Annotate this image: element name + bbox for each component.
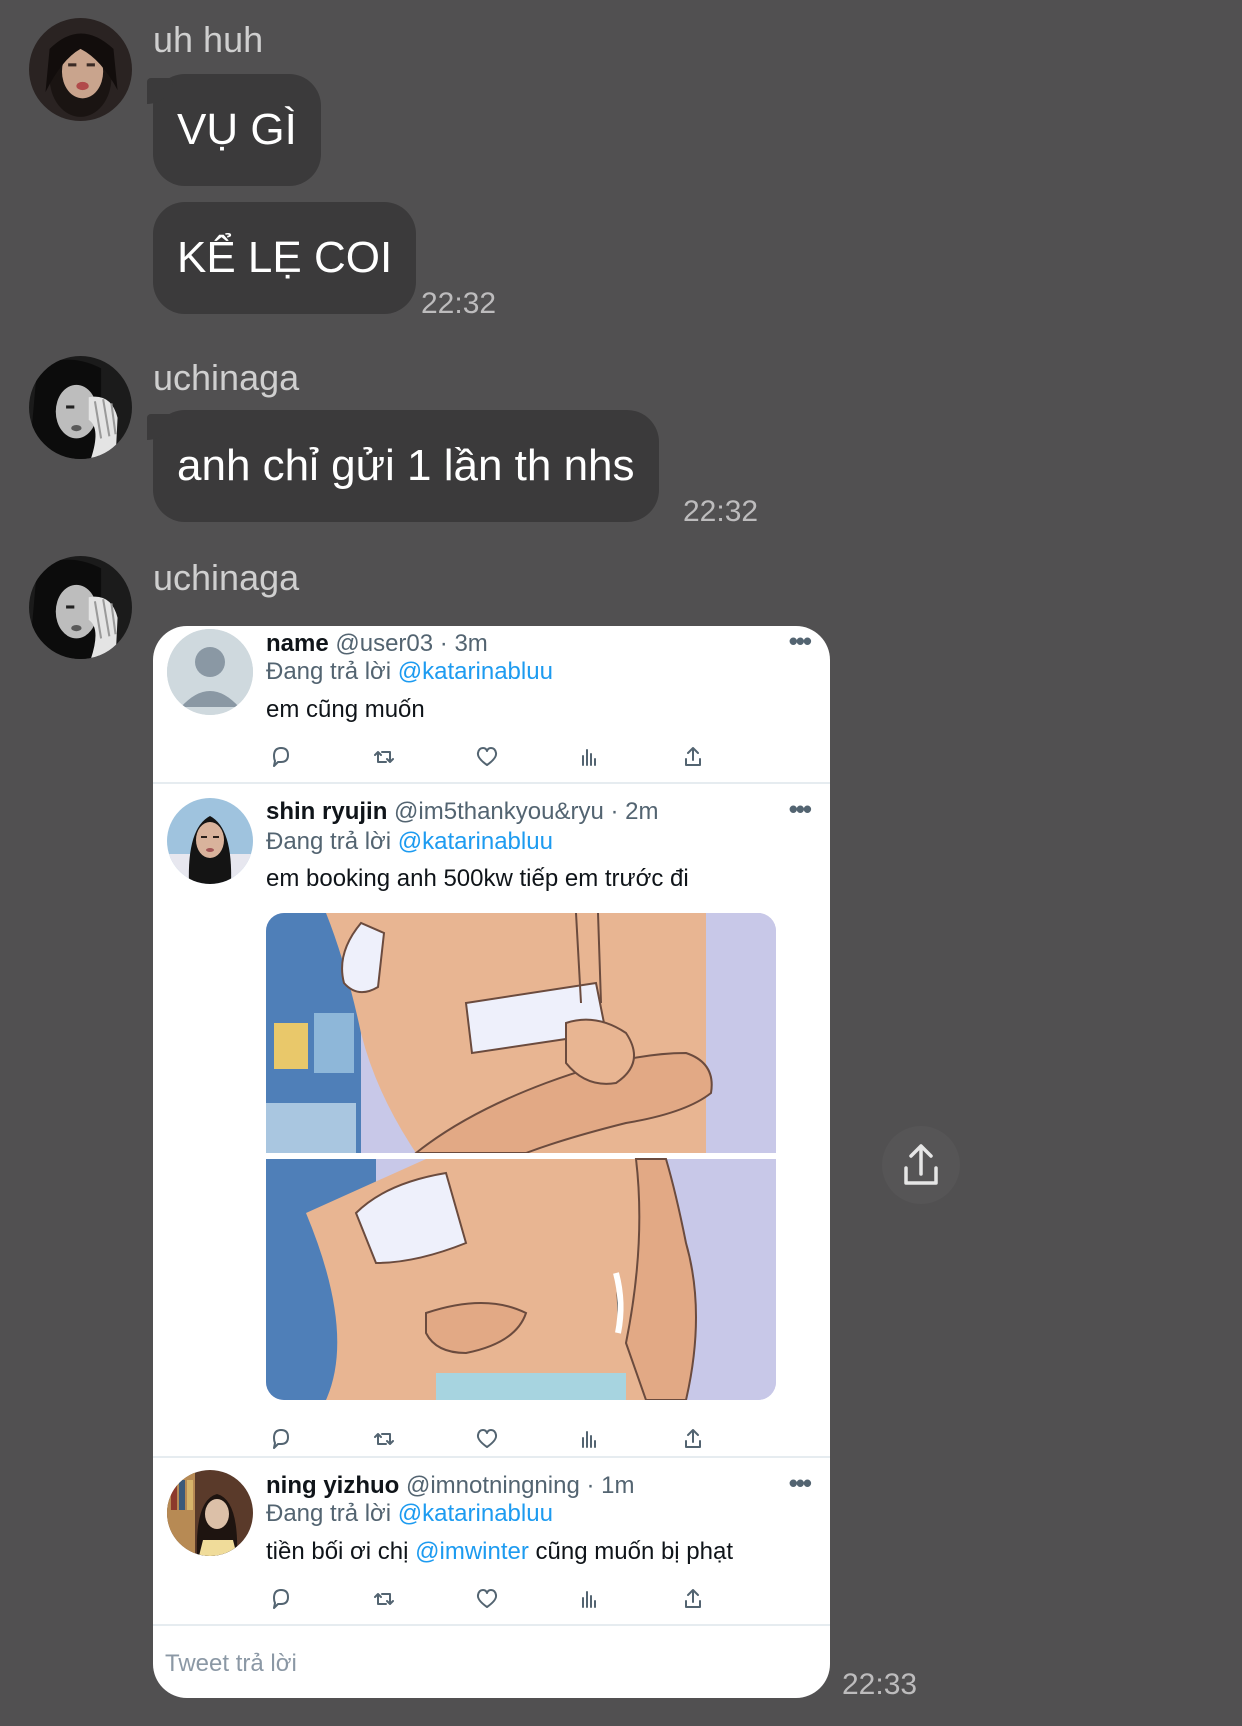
avatar-ning-yizhuo[interactable]	[167, 1470, 253, 1556]
sender-name: uh huh	[153, 19, 264, 60]
more-icon[interactable]: •••	[789, 1468, 812, 1499]
heart-icon[interactable]	[472, 1424, 502, 1454]
shared-tweet-image[interactable]: name @user03 · 3m ••• Đang trả lời @kata…	[153, 626, 830, 1698]
tweet-author-name[interactable]: ning yizhuo	[266, 1472, 399, 1499]
reply-prefix: Đang trả lời	[266, 658, 392, 685]
tweet[interactable]: ning yizhuo @imnotningning · 1m ••• Đang…	[153, 1458, 830, 1624]
tweet-header: shin ryujin @im5thankyou&ryu · 2m	[266, 798, 659, 826]
heart-icon[interactable]	[472, 742, 502, 772]
forward-share-icon[interactable]	[882, 1126, 960, 1204]
message-bubble[interactable]: KỂ LẸ COI	[153, 202, 417, 314]
tweet-handle: @user03 · 3m	[335, 630, 488, 657]
avatar-shin-ryujin[interactable]	[167, 798, 253, 884]
reply-prefix: Đang trả lời	[266, 1500, 392, 1527]
tweet-mention-link[interactable]: @imwinter	[415, 1538, 529, 1565]
message-bubble[interactable]: anh chỉ gửi 1 lần th nhs	[147, 410, 659, 522]
avatar-uchinaga[interactable]	[29, 556, 132, 659]
reply-composer[interactable]: Tweet trả lời	[153, 1624, 830, 1698]
message-timestamp: 22:32	[683, 495, 759, 528]
reply-context: Đang trả lời @katarinabluu	[266, 658, 553, 686]
tweet[interactable]: name @user03 · 3m ••• Đang trả lời @kata…	[153, 626, 830, 782]
share-icon[interactable]	[678, 742, 708, 772]
tweet-handle: @im5thankyou&ryu · 2m	[394, 798, 659, 825]
message-bubble[interactable]: VỤ GÌ	[147, 74, 321, 186]
sender-name: uchinaga	[153, 357, 300, 398]
retweet-icon[interactable]	[369, 1584, 399, 1614]
tweet-text-end: cũng muốn bị phạt	[528, 1538, 734, 1565]
comment-icon[interactable]	[266, 1584, 296, 1614]
tweet[interactable]: shin ryujin @im5thankyou&ryu · 2m ••• Đa…	[153, 784, 830, 1456]
tweet-actions	[266, 1584, 746, 1618]
tweet-handle: @imnotningning · 1m	[405, 1472, 635, 1499]
more-icon[interactable]: •••	[789, 626, 812, 657]
comment-icon[interactable]	[266, 742, 296, 772]
tweet-header: ning yizhuo @imnotningning · 1m	[266, 1472, 634, 1500]
reply-mention-link[interactable]: @katarinabluu	[398, 658, 553, 685]
analytics-icon[interactable]	[575, 1424, 605, 1454]
reply-mention-link[interactable]: @katarinabluu	[398, 828, 553, 855]
analytics-icon[interactable]	[575, 1584, 605, 1614]
message-timestamp: 22:32	[421, 287, 497, 320]
tweet-text-start: tiền bối ơi chị	[266, 1538, 416, 1565]
comment-icon[interactable]	[266, 1424, 296, 1454]
default-avatar[interactable]	[167, 629, 253, 715]
cartoon-illustration	[266, 913, 776, 1400]
tweet-author-name[interactable]: shin ryujin	[266, 798, 387, 825]
reply-input-placeholder[interactable]: Tweet trả lời	[165, 1650, 297, 1678]
tweet-author-name[interactable]: name	[266, 630, 329, 657]
tweet-text: em booking anh 500kw tiếp em trước đi	[266, 865, 689, 892]
reply-context: Đang trả lời @katarinabluu	[266, 1500, 553, 1528]
tweet-actions	[266, 1424, 746, 1458]
reply-prefix: Đang trả lời	[266, 828, 392, 855]
tweet-header: name @user03 · 3m	[266, 630, 488, 658]
analytics-icon[interactable]	[575, 742, 605, 772]
sender-name: uchinaga	[153, 557, 300, 598]
avatar-uchinaga[interactable]	[29, 356, 132, 459]
retweet-icon[interactable]	[369, 1424, 399, 1454]
tweet-actions	[266, 742, 746, 776]
share-icon[interactable]	[678, 1584, 708, 1614]
reply-mention-link[interactable]: @katarinabluu	[398, 1500, 553, 1527]
heart-icon[interactable]	[472, 1584, 502, 1614]
more-icon[interactable]: •••	[789, 794, 812, 825]
reply-context: Đang trả lời @katarinabluu	[266, 828, 553, 856]
share-icon[interactable]	[678, 1424, 708, 1454]
avatar-uh-huh[interactable]	[29, 18, 132, 121]
tweet-media-image[interactable]	[266, 913, 776, 1400]
retweet-icon[interactable]	[369, 742, 399, 772]
tweet-text: tiền bối ơi chị @imwinter cũng muốn bị p…	[266, 1538, 733, 1566]
tweet-text: em cũng muốn	[266, 696, 425, 723]
message-timestamp: 22:33	[842, 1668, 918, 1701]
chat-thread: uh huh VỤ GÌ KỂ LẸ COI 22:32 uchinaga an…	[0, 0, 1242, 1726]
